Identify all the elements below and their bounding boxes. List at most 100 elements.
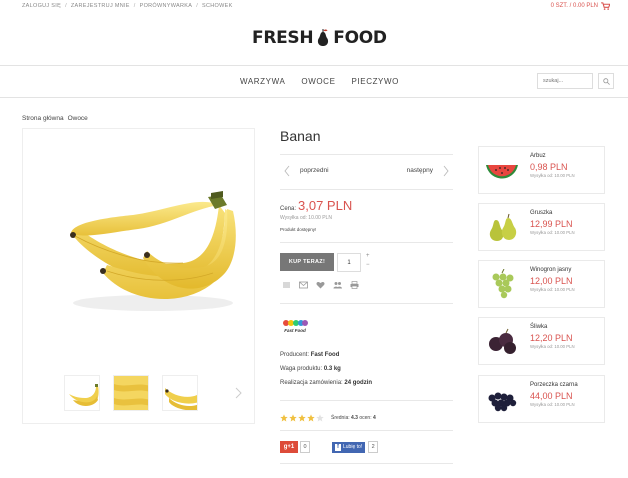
wishlist-link[interactable]: SCHOWEK bbox=[202, 3, 233, 9]
star-icon[interactable] bbox=[298, 414, 306, 422]
search-icon bbox=[602, 77, 610, 85]
sidebar-product-price: 44,00 PLN bbox=[530, 391, 573, 401]
banana-thumbnail-image bbox=[165, 388, 197, 410]
breadcrumb-home[interactable]: Strona główna bbox=[22, 115, 64, 122]
search-input[interactable] bbox=[537, 73, 593, 89]
chevron-right-icon[interactable] bbox=[443, 165, 449, 177]
producer-value[interactable]: Fast Food bbox=[311, 352, 340, 358]
sidebar-product-porzeczka[interactable]: Porzeczka czarna 44,00 PLN Wysyłka od: 1… bbox=[478, 375, 605, 423]
star-icon[interactable] bbox=[280, 414, 288, 422]
buy-now-button[interactable]: KUP TERAZ! bbox=[280, 253, 334, 271]
sidebar-product-name[interactable]: Śliwka bbox=[530, 324, 547, 330]
compare-icon[interactable] bbox=[282, 281, 291, 289]
pear-logo-icon bbox=[318, 29, 329, 46]
separator: / bbox=[133, 3, 136, 9]
divider bbox=[280, 400, 453, 401]
divider bbox=[280, 242, 453, 243]
account-links: ZALOGUJ SIĘ / ZAREJESTRUJ MNIE / PORÓWNYWARK… bbox=[22, 3, 233, 9]
sidebar-product-name[interactable]: Porzeczka czarna bbox=[530, 382, 578, 388]
quantity-input[interactable]: 1 bbox=[337, 253, 361, 272]
rating-average-label: Średnia: bbox=[331, 415, 350, 421]
pear-image bbox=[489, 213, 517, 241]
brand-logo[interactable]: Fast Food bbox=[281, 318, 309, 334]
cart-summary[interactable]: 0 SZT. / 0.00 PLN bbox=[551, 2, 610, 10]
producer-label: Producent: bbox=[280, 352, 310, 358]
weight-value: 0.3 kg bbox=[323, 366, 341, 372]
facebook-like-button[interactable]: f Lubię to! bbox=[332, 441, 366, 453]
banana-main-image[interactable] bbox=[43, 143, 239, 343]
compare-link[interactable]: PORÓWNYWARKA bbox=[140, 3, 193, 9]
facebook-icon: f bbox=[335, 443, 341, 451]
sidebar-product-shipping: Wysyłka od: 10.00 PLN bbox=[530, 344, 575, 349]
sidebar-product-price: 12,99 PLN bbox=[530, 219, 573, 229]
fulfillment-row: Realizacja zamówienia: 24 godzin bbox=[280, 380, 372, 386]
rating-count: 4 bbox=[372, 415, 376, 421]
heart-icon[interactable] bbox=[316, 281, 325, 289]
product-rating: Średnia: 4.3 ocen: 4 bbox=[280, 414, 376, 422]
price-label: Cena: bbox=[280, 206, 297, 212]
thumbnail-1[interactable] bbox=[64, 375, 100, 411]
search-button[interactable] bbox=[598, 73, 614, 89]
logo-text-food: FOOD bbox=[333, 28, 387, 48]
brand-logo-text: Fast Food bbox=[284, 328, 306, 333]
star-icon[interactable] bbox=[307, 414, 315, 422]
green-grapes-image bbox=[492, 269, 514, 299]
breadcrumb: Strona główna Owoce bbox=[22, 115, 92, 122]
mail-icon[interactable] bbox=[299, 281, 308, 289]
nav-item-owoce[interactable]: OWOCE bbox=[301, 77, 335, 86]
star-icon[interactable] bbox=[289, 414, 297, 422]
logo-text-fresh: FRESH bbox=[252, 28, 314, 48]
sidebar-product-price: 12,20 PLN bbox=[530, 333, 573, 343]
sidebar-product-shipping: Wysyłka od: 10.00 PLN bbox=[530, 287, 575, 292]
nav-divider bbox=[0, 97, 628, 98]
divider bbox=[280, 463, 453, 464]
gallery-next-arrow-icon[interactable] bbox=[235, 387, 243, 399]
banana-thumbnail-image bbox=[69, 384, 99, 406]
sidebar-product-arbuz[interactable]: Arbuz 0,98 PLN Wysyłka od: 10.00 PLN bbox=[478, 146, 605, 194]
sidebar-product-shipping: Wysyłka od: 10.00 PLN bbox=[530, 402, 575, 407]
facebook-like[interactable]: f Lubię to! 2 bbox=[332, 441, 379, 453]
product-gallery bbox=[22, 128, 255, 424]
users-icon[interactable] bbox=[333, 281, 342, 289]
shipping-info: Wysyłka od: 10.00 PLN bbox=[280, 215, 332, 221]
quantity-increase-button[interactable]: + bbox=[366, 253, 370, 259]
quantity-decrease-button[interactable]: − bbox=[366, 262, 370, 268]
blackcurrant-image bbox=[488, 392, 517, 412]
sidebar-product-sliwka[interactable]: Śliwka 12,20 PLN Wysyłka od: 10.00 PLN bbox=[478, 317, 605, 365]
register-link[interactable]: ZAREJESTRUJ MNIE bbox=[71, 3, 130, 9]
print-icon[interactable] bbox=[350, 281, 359, 289]
prev-product-link[interactable]: poprzedni bbox=[300, 167, 329, 174]
google-plus-share[interactable]: g+1 0 bbox=[280, 441, 310, 453]
site-logo[interactable]: FRESH FOOD bbox=[252, 26, 387, 50]
producer-row: Producent: Fast Food bbox=[280, 352, 339, 358]
cart-text: 0 SZT. / 0.00 PLN bbox=[550, 3, 598, 9]
sidebar-product-price: 0,98 PLN bbox=[530, 162, 568, 172]
sidebar-product-name[interactable]: Winogron jasny bbox=[530, 267, 571, 273]
thumbnail-2[interactable] bbox=[113, 375, 149, 411]
sidebar-product-name[interactable]: Arbuz bbox=[530, 153, 546, 159]
sidebar-product-winogron[interactable]: Winogron jasny 12,00 PLN Wysyłka od: 10.… bbox=[478, 260, 605, 308]
login-link[interactable]: ZALOGUJ SIĘ bbox=[22, 3, 61, 9]
facebook-like-label: Lubię to! bbox=[343, 444, 363, 450]
availability-status: Produkt dostępny! bbox=[280, 227, 317, 232]
banana-thumbnail-image bbox=[114, 376, 148, 410]
nav-item-warzywa[interactable]: WARZYWA bbox=[240, 77, 285, 86]
cart-icon bbox=[601, 2, 610, 10]
divider bbox=[280, 154, 453, 155]
plum-image bbox=[489, 328, 516, 354]
sidebar-product-name[interactable]: Gruszka bbox=[530, 210, 552, 216]
rating-count-label: ocen: bbox=[359, 415, 372, 421]
next-product-link[interactable]: następny bbox=[407, 167, 433, 174]
sidebar-product-gruszka[interactable]: Gruszka 12,99 PLN Wysyłka od: 10.00 PLN bbox=[478, 203, 605, 251]
nav-item-pieczywo[interactable]: PIECZYWO bbox=[352, 77, 399, 86]
rating-stars[interactable] bbox=[280, 414, 324, 422]
breadcrumb-current[interactable]: Owoce bbox=[68, 115, 88, 122]
thumbnail-3[interactable] bbox=[162, 375, 198, 411]
star-icon[interactable] bbox=[316, 414, 324, 422]
product-pagination: poprzedni następny bbox=[280, 164, 453, 178]
divider bbox=[280, 189, 453, 190]
rating-average: 4.3 bbox=[351, 415, 358, 421]
google-plus-button[interactable]: g+1 bbox=[280, 441, 298, 453]
chevron-left-icon[interactable] bbox=[284, 165, 290, 177]
product-title: Banan bbox=[280, 128, 321, 144]
